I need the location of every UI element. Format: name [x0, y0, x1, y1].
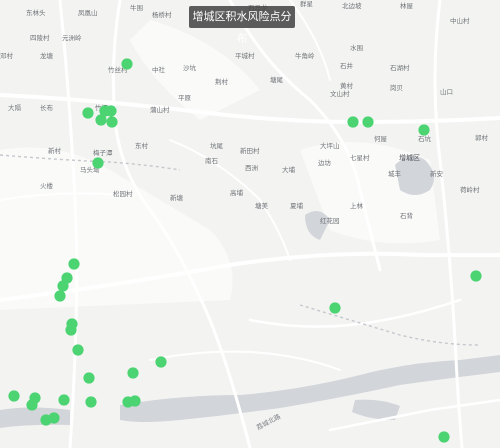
risk-point-marker[interactable] [83, 372, 95, 384]
risk-point-marker[interactable] [418, 124, 430, 136]
risk-point-marker[interactable] [347, 116, 359, 128]
risk-point-marker[interactable] [105, 105, 117, 117]
risk-point-marker[interactable] [106, 116, 118, 128]
risk-point-marker[interactable] [470, 270, 482, 282]
risk-point-marker[interactable] [82, 107, 94, 119]
risk-point-marker[interactable] [121, 58, 133, 70]
risk-point-marker[interactable] [68, 258, 80, 270]
risk-point-marker[interactable] [85, 396, 97, 408]
risk-point-marker[interactable] [57, 280, 69, 292]
risk-point-marker[interactable] [8, 390, 20, 402]
risk-point-marker[interactable] [329, 302, 341, 314]
risk-point-marker[interactable] [92, 157, 104, 169]
map-view[interactable]: 增城区 荔城北路 东林头凤凰山牛围杨桥村陈家林石马龙群星北边坡林屋中山村四陵村元… [0, 0, 500, 448]
risk-point-marker[interactable] [26, 399, 38, 411]
risk-point-marker[interactable] [155, 356, 167, 368]
risk-marker-layer [8, 58, 482, 443]
risk-point-marker[interactable] [129, 395, 141, 407]
map-title: 增城区积水风险点分布 [189, 6, 295, 45]
risk-point-marker[interactable] [127, 367, 139, 379]
risk-point-marker[interactable] [362, 116, 374, 128]
risk-point-marker[interactable] [65, 324, 77, 336]
risk-point-marker[interactable] [72, 344, 84, 356]
risk-point-marker[interactable] [58, 394, 70, 406]
risk-point-marker[interactable] [95, 114, 107, 126]
risk-point-marker[interactable] [54, 290, 66, 302]
risk-point-marker[interactable] [438, 431, 450, 443]
risk-point-marker[interactable] [40, 414, 52, 426]
